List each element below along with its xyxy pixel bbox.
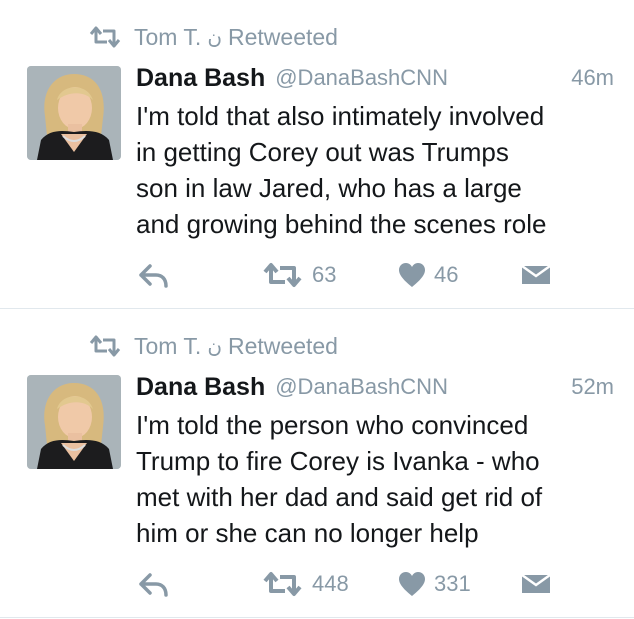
direct-message-button[interactable] [520,567,552,601]
retweet-icon [263,572,302,596]
tweet-text-line: son in law Jared, who has a large [136,173,522,203]
retweet-count: 63 [312,262,337,287]
retweet-button[interactable]: 63 [262,258,336,292]
retweet-icon [89,335,121,357]
reply-button[interactable] [138,258,170,292]
direct-message-button[interactable] [520,258,552,292]
tweet-text-line: and growing behind the scenes role [136,209,547,239]
tweet-header: Dana Bash @DanaBashCNN 46m [136,60,614,96]
author-handle[interactable]: @DanaBashCNN [275,65,448,91]
author-handle[interactable]: @DanaBashCNN [275,374,448,400]
reply-icon [139,264,168,288]
envelope-icon [521,573,551,593]
like-count: 331 [434,571,471,596]
retweeted-label: Retweeted [228,23,338,50]
author-name[interactable]: Dana Bash [136,373,265,402]
retweet-count: 448 [312,571,349,596]
tweet-text-line: in getting Corey out was Trumps [136,137,509,167]
tweet-actions: 448 331 [0,567,634,601]
like-count: 46 [434,262,459,287]
divider [0,617,634,618]
tweet-actions: 63 46 [0,258,634,292]
retweeter-name-extra: ن [207,26,223,49]
envelope-icon [521,264,551,284]
avatar[interactable] [27,66,121,160]
heart-icon [399,263,425,287]
tweet-text: I'm told the person who convinced Trump … [136,407,620,551]
avatar[interactable] [27,375,121,469]
retweet-icon [89,26,121,48]
like-button[interactable]: 331 [398,567,471,601]
like-button[interactable]: 46 [398,258,458,292]
tweet[interactable]: Tom T. ن Retweeted Dana Bash @DanaBashCN… [0,0,634,308]
retweet-icon [263,263,302,287]
tweet-text-line: met with her dad and said get rid of [136,482,543,512]
heart-icon [399,572,425,596]
retweeter-name[interactable]: Tom T. [134,24,201,51]
retweeted-label: Retweeted [228,332,338,359]
tweet-timestamp: 46m [571,65,614,90]
retweet-context: Tom T. ن Retweeted [88,329,338,363]
tweet-text-line: Trump to fire Corey is Ivanka - who [136,446,540,476]
tweet-text-line: I'm told the person who convinced [136,410,529,440]
retweeter-name-extra: ن [207,335,223,358]
tweet-header: Dana Bash @DanaBashCNN 52m [136,369,614,405]
reply-icon [139,573,168,597]
retweet-button[interactable]: 448 [262,567,349,601]
tweet-text-line: him or she can no longer help [136,518,479,548]
retweeter-name[interactable]: Tom T. [134,333,201,360]
retweet-context: Tom T. ن Retweeted [88,20,338,54]
tweet-timestamp: 52m [571,374,614,399]
tweet-text-line: I'm told that also intimately involved [136,101,545,131]
tweet-text: I'm told that also intimately involved i… [136,98,620,242]
tweet[interactable]: Tom T. ن Retweeted Dana Bash @DanaBashCN… [0,309,634,617]
reply-button[interactable] [138,567,170,601]
author-name[interactable]: Dana Bash [136,64,265,93]
